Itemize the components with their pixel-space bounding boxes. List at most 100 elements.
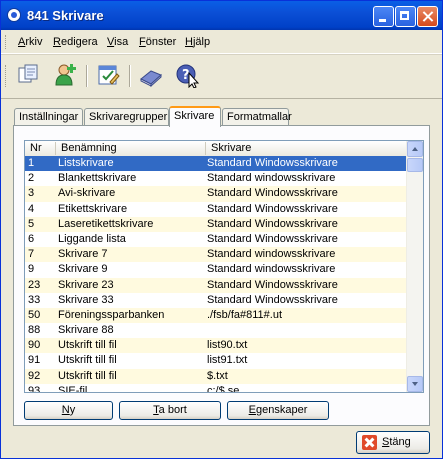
vertical-scrollbar[interactable] xyxy=(406,141,423,392)
table-row[interactable]: 23 Skrivare 23 Standard Windowsskrivare xyxy=(25,277,407,293)
delete-button[interactable]: Ta bort xyxy=(119,401,221,420)
cell-benamning: Listskrivare xyxy=(58,157,114,169)
table-row[interactable]: 90 Utskrift till fil list90.txt xyxy=(25,338,407,354)
cell-benamning: Liggande lista xyxy=(58,232,126,245)
menu-fonster[interactable]: Fönster xyxy=(139,36,176,48)
cell-nr: 1 xyxy=(28,157,35,169)
cell-skrivare: Standard Windowsskrivare xyxy=(207,232,338,245)
tab-installningar[interactable]: Inställningar xyxy=(14,108,83,126)
app-icon xyxy=(7,8,21,22)
cell-nr: 2 xyxy=(28,172,35,185)
cell-nr: 92 xyxy=(28,369,41,382)
cell-nr: 9 xyxy=(28,263,35,276)
cell-nr: 3 xyxy=(28,187,35,200)
table-row[interactable]: 88 Skrivare 88 xyxy=(25,323,407,338)
column-header-skrivare[interactable]: Skrivare xyxy=(206,142,407,155)
toolbar-separator xyxy=(129,65,131,87)
cell-skrivare: list91.txt xyxy=(207,354,248,367)
table-row[interactable]: 1 Listskrivare Standard Windowsskrivare xyxy=(25,156,407,172)
cell-benamning: Utskrift till fil xyxy=(58,339,117,352)
cell-benamning: SIE-fil xyxy=(58,384,88,393)
printer-window: 841 Skrivare Arkiv Redigera Visa Fönster… xyxy=(0,0,443,459)
cell-skrivare: ./fsb/fa#811#.ut xyxy=(207,308,283,321)
scroll-up-arrow-icon[interactable] xyxy=(407,141,423,157)
list-rows: 1 Listskrivare Standard Windowsskrivare 2 Bl… xyxy=(25,156,407,393)
cell-skrivare: $.txt xyxy=(207,369,228,382)
title-bar[interactable]: 841 Skrivare xyxy=(1,1,442,30)
table-row[interactable]: 33 Skrivare 33 Standard Windowsskrivare xyxy=(25,293,407,308)
properties-button[interactable]: Egenskaper xyxy=(227,401,329,420)
cell-benamning: Skrivare 88 xyxy=(58,324,114,337)
cell-nr: 90 xyxy=(28,339,41,352)
cell-nr: 5 xyxy=(28,217,35,230)
cell-nr: 93 xyxy=(28,384,41,393)
printer-list[interactable]: Nr Benämning Skrivare 1 Listskrivare Stand… xyxy=(24,140,424,393)
cell-nr: 88 xyxy=(28,324,41,337)
new-button[interactable]: Ny xyxy=(24,401,113,420)
minimize-button[interactable] xyxy=(373,6,394,27)
cell-skrivare: Standard Windowsskrivare xyxy=(207,157,338,169)
menu-redigera[interactable]: Redigera xyxy=(53,36,98,48)
table-row[interactable]: 2 Blankettskrivare Standard windowsskrivar… xyxy=(25,171,407,186)
cell-benamning: Laseretikettskrivare xyxy=(58,217,154,230)
cell-nr: 33 xyxy=(28,293,41,306)
cell-benamning: Blankettskrivare xyxy=(58,172,137,185)
copy-documents-icon[interactable] xyxy=(16,62,42,88)
svg-text:?: ? xyxy=(182,68,190,83)
cell-skrivare: list90.txt xyxy=(207,339,248,352)
menu-grip xyxy=(5,35,9,49)
toolbar: ? xyxy=(1,54,442,99)
list-header: Nr Benämning Skrivare xyxy=(25,141,407,157)
add-user-icon[interactable] xyxy=(53,62,79,88)
cell-benamning: Utskrift till fil xyxy=(58,354,117,367)
menu-arkiv[interactable]: Arkiv xyxy=(18,36,42,48)
cell-skrivare: Standard windowsskrivare xyxy=(207,248,336,261)
cell-skrivare: Standard Windowsskrivare xyxy=(207,278,338,291)
close-window-button[interactable] xyxy=(417,6,438,27)
table-row[interactable]: 5 Laseretikettskrivare Standard Windowsskr… xyxy=(25,216,407,232)
cell-benamning: Skrivare 9 xyxy=(58,263,108,276)
tab-formatmallar[interactable]: Formatmallar xyxy=(222,108,292,126)
cell-benamning: Föreningssparbanken xyxy=(58,308,165,321)
table-row[interactable]: 92 Utskrift till fil $.txt xyxy=(25,368,407,384)
help-cursor-icon[interactable]: ? xyxy=(175,62,201,89)
cell-nr: 6 xyxy=(28,232,35,245)
menu-bar: Arkiv Redigera Visa Fönster Hjälp xyxy=(1,31,442,54)
table-row[interactable]: 50 Föreningssparbanken ./fsb/fa#811#.ut xyxy=(25,307,407,324)
cell-nr: 23 xyxy=(28,278,41,291)
table-row[interactable]: 7 Skrivare 7 Standard windowsskrivare xyxy=(25,247,407,263)
menu-hjalp[interactable]: Hjälp xyxy=(185,36,210,48)
cell-nr: 4 xyxy=(28,202,35,215)
cell-nr: 7 xyxy=(28,248,35,261)
scroll-thumb[interactable] xyxy=(407,158,423,172)
tab-skrivare[interactable]: Skrivare xyxy=(169,106,221,127)
cell-nr: 50 xyxy=(28,308,41,321)
toolbar-grip xyxy=(5,65,9,87)
edit-checklist-icon[interactable] xyxy=(95,62,121,88)
table-row[interactable]: 93 SIE-fil c:/$.se xyxy=(25,384,407,393)
stang-button[interactable]: Stäng xyxy=(356,431,430,454)
book-icon[interactable] xyxy=(138,62,164,88)
toolbar-separator xyxy=(86,65,88,87)
table-row[interactable]: 4 Etikettskrivare Standard Windowsskrivare xyxy=(25,202,407,217)
scroll-down-arrow-icon[interactable] xyxy=(407,376,423,392)
cell-skrivare: c:/$.se xyxy=(207,384,240,393)
menu-visa[interactable]: Visa xyxy=(107,36,128,48)
cell-skrivare: Standard Windowsskrivare xyxy=(207,187,338,200)
table-row[interactable]: 91 Utskrift till fil list91.txt xyxy=(25,353,407,368)
cell-benamning: Etikettskrivare xyxy=(58,202,128,215)
cell-benamning: Utskrift till fil xyxy=(58,369,117,382)
cell-skrivare: Standard windowsskrivare xyxy=(207,263,336,276)
maximize-button[interactable] xyxy=(395,6,416,27)
column-header-benamning[interactable]: Benämning xyxy=(56,142,206,155)
cell-skrivare: Standard Windowsskrivare xyxy=(207,293,338,306)
table-row[interactable]: 6 Liggande lista Standard Windowsskrivare xyxy=(25,232,407,247)
table-row[interactable]: 9 Skrivare 9 Standard windowsskrivare xyxy=(25,262,407,277)
cell-benamning: Avi-skrivare xyxy=(58,187,116,200)
cell-benamning: Skrivare 33 xyxy=(58,293,114,306)
stang-label: Stäng xyxy=(382,436,411,448)
cell-skrivare: Standard windowsskrivare xyxy=(207,172,336,185)
tab-skrivaregrupper[interactable]: Skrivaregrupper xyxy=(84,108,169,126)
column-header-nr[interactable]: Nr xyxy=(25,142,56,155)
table-row[interactable]: 3 Avi-skrivare Standard Windowsskrivare xyxy=(25,186,407,202)
